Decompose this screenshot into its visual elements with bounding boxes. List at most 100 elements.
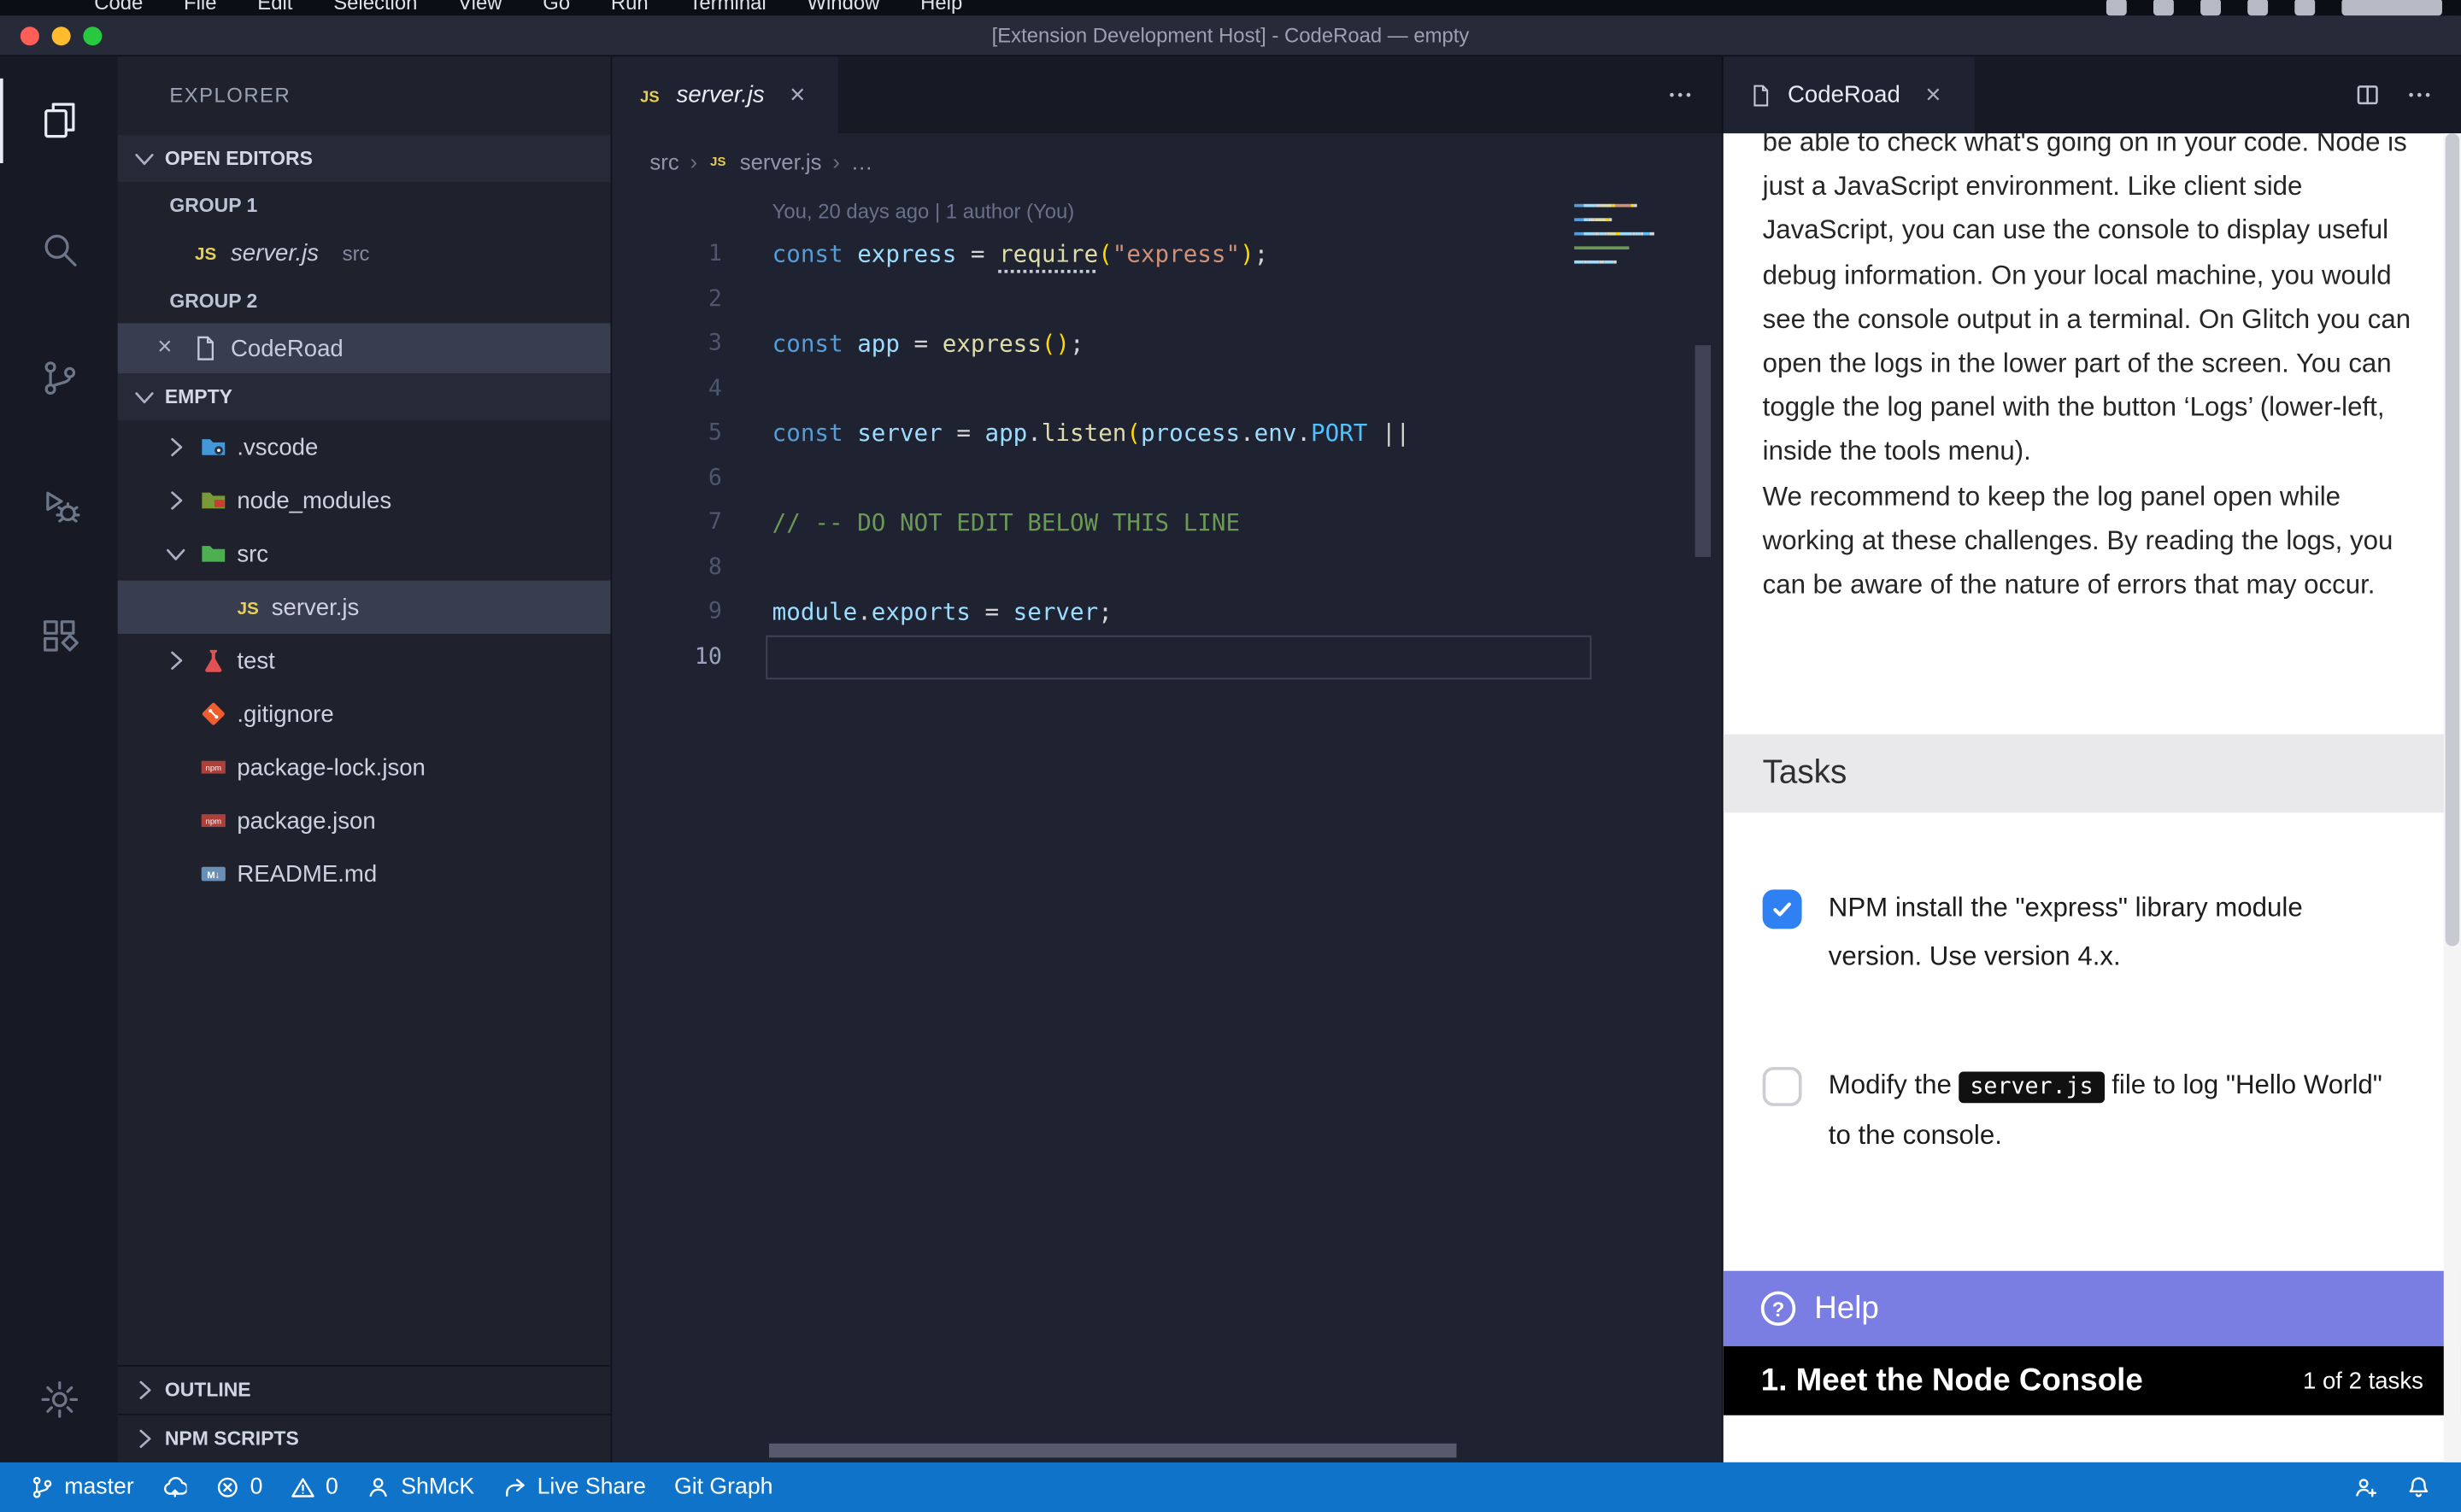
activity-search-icon[interactable]: [0, 185, 118, 314]
statusbar-right: [2339, 1462, 2446, 1512]
webview-scrollbar-thumb[interactable]: [2446, 133, 2460, 946]
task-text: NPM install the "express" library module…: [1829, 885, 2392, 981]
tree-item-label: package.json: [237, 807, 375, 834]
code-line-2[interactable]: 2: [612, 277, 1722, 321]
menu-item-run[interactable]: Run: [611, 0, 649, 14]
vertical-scrollbar[interactable]: [1695, 345, 1711, 557]
menu-item-code[interactable]: Code: [94, 0, 143, 14]
tree-item-package-json[interactable]: npm package.json: [118, 794, 611, 847]
status-notifications[interactable]: [2392, 1462, 2445, 1512]
menu-item-edit[interactable]: Edit: [257, 0, 292, 14]
code-line-10[interactable]: 10: [612, 635, 1722, 679]
tree-item--vscode[interactable]: .vscode: [118, 420, 611, 473]
tree-item-src[interactable]: src: [118, 527, 611, 580]
code-line-3[interactable]: 3const app = express();: [612, 322, 1722, 366]
outline-section[interactable]: OUTLINE: [118, 1365, 611, 1414]
minimize-window-button[interactable]: [52, 26, 71, 44]
code-line-8[interactable]: 8: [612, 545, 1722, 589]
menubar-status-icon: [2106, 0, 2127, 15]
more-actions-icon[interactable]: [1667, 82, 1694, 108]
code-line-5[interactable]: 5const server = app.listen(process.env.P…: [612, 411, 1722, 455]
code-line-9[interactable]: 9module.exports = server;: [612, 590, 1722, 635]
close-icon[interactable]: ×: [149, 334, 180, 362]
status-live-share[interactable]: Live Share: [489, 1462, 661, 1512]
panel-tabbar: CodeRoad ×: [1724, 56, 2461, 133]
open-editor-server-js[interactable]: JS server.js src: [118, 227, 611, 278]
code-line-1[interactable]: 1const express = require("express");: [612, 232, 1722, 277]
tree-item--gitignore[interactable]: .gitignore: [118, 687, 611, 740]
coderoad-panel: CodeRoad × be able to check what's going…: [1722, 56, 2461, 1462]
menu-item-go[interactable]: Go: [543, 0, 570, 14]
tree-item-package-lock-json[interactable]: npmpackage-lock.json: [118, 741, 611, 794]
split-editor-icon[interactable]: [2354, 82, 2381, 108]
tree-item-test[interactable]: test: [118, 634, 611, 687]
minimap[interactable]: [1574, 204, 1656, 274]
test-icon: [199, 647, 227, 675]
menu-item-help[interactable]: Help: [920, 0, 962, 14]
status-bar: master00ShMcKLive ShareGit Graph: [0, 1462, 2461, 1512]
menu-item-window[interactable]: Window: [807, 0, 879, 14]
svg-text:JS: JS: [711, 155, 726, 169]
status-warnings[interactable]: 0: [277, 1462, 352, 1512]
status-account[interactable]: ShMcK: [352, 1462, 488, 1512]
webview-scrollbar-track[interactable]: [2444, 133, 2461, 1462]
settings-gear-icon[interactable]: [0, 1352, 118, 1446]
code-line-4[interactable]: 4: [612, 366, 1722, 411]
status-git-graph[interactable]: Git Graph: [660, 1462, 787, 1512]
activity-explorer-icon[interactable]: [0, 56, 118, 185]
open-editor-detail: src: [343, 241, 370, 265]
npm-scripts-section[interactable]: NPM SCRIPTS: [118, 1414, 611, 1462]
tree-item-server-js[interactable]: JSserver.js: [118, 581, 611, 634]
editor-group-2-label: GROUP 2: [118, 278, 611, 323]
code-editor[interactable]: You, 20 days ago | 1 author (You) 1const…: [612, 188, 1722, 1462]
status-branch[interactable]: master: [15, 1462, 148, 1512]
chevron-down-icon: [130, 383, 158, 411]
statusbar-left: master00ShMcKLive ShareGit Graph: [15, 1462, 787, 1512]
tree-item-node-modules[interactable]: node_modules: [118, 474, 611, 527]
open-editors-header[interactable]: OPEN EDITORS: [118, 135, 611, 182]
more-actions-icon[interactable]: [2406, 82, 2433, 108]
explorer-sidebar: EXPLORER OPEN EDITORS GROUP 1 JS server.…: [118, 56, 613, 1462]
line-content: const server = app.listen(process.env.PO…: [722, 411, 1410, 455]
tree-item-readme-md[interactable]: M↓README.md: [118, 847, 611, 900]
close-window-button[interactable]: [21, 26, 39, 44]
code-line-7[interactable]: 7// -- DO NOT EDIT BELOW THIS LINE: [612, 501, 1722, 545]
svg-text:JS: JS: [195, 244, 216, 264]
zoom-window-button[interactable]: [83, 26, 102, 44]
open-editor-coderoad[interactable]: × CodeRoad: [118, 323, 611, 373]
status-sync[interactable]: [148, 1462, 201, 1512]
horizontal-scrollbar[interactable]: [769, 1444, 1456, 1458]
lesson-progress-bar[interactable]: 1. Meet the Node Console 1 of 2 tasks: [1724, 1346, 2461, 1415]
menu-item-terminal[interactable]: Terminal: [689, 0, 766, 14]
task-checkbox-unchecked[interactable]: [1763, 1067, 1802, 1106]
help-bar[interactable]: ? Help: [1724, 1271, 2461, 1346]
line-content: [722, 545, 772, 589]
activity-source-control-icon[interactable]: [0, 314, 118, 442]
menu-item-file[interactable]: File: [184, 0, 216, 14]
breadcrumb-file[interactable]: server.js: [740, 149, 822, 173]
breadcrumb-symbol[interactable]: …: [851, 149, 873, 173]
close-tab-icon[interactable]: ×: [1918, 79, 1949, 111]
minimap-line: [1574, 246, 1656, 249]
minimap-line: [1574, 267, 1656, 271]
task-checkbox-checked[interactable]: [1763, 889, 1802, 929]
close-tab-icon[interactable]: ×: [782, 79, 813, 111]
tab-server-js[interactable]: JS server.js ×: [612, 56, 838, 133]
inline-code: server.js: [1959, 1071, 2105, 1103]
tree-item-label: README.md: [237, 860, 377, 887]
tab-coderoad[interactable]: CodeRoad ×: [1724, 56, 1974, 133]
workspace-header[interactable]: EMPTY: [118, 373, 611, 420]
code-line-6[interactable]: 6: [612, 456, 1722, 501]
chevron-spacer: [162, 860, 190, 888]
status-feedback[interactable]: [2339, 1462, 2392, 1512]
breadcrumb-src[interactable]: src: [649, 149, 678, 173]
warning-icon: [291, 1475, 316, 1500]
status-errors[interactable]: 0: [202, 1462, 277, 1512]
menu-item-selection[interactable]: Selection: [333, 0, 417, 14]
activity-run-and-debug-icon[interactable]: [0, 442, 118, 571]
menu-item-view[interactable]: View: [458, 0, 502, 14]
npm-icon: npm: [199, 806, 227, 835]
js-icon: JS: [708, 150, 729, 171]
src-folder-icon: [199, 540, 227, 568]
activity-extensions-icon[interactable]: [0, 571, 118, 700]
